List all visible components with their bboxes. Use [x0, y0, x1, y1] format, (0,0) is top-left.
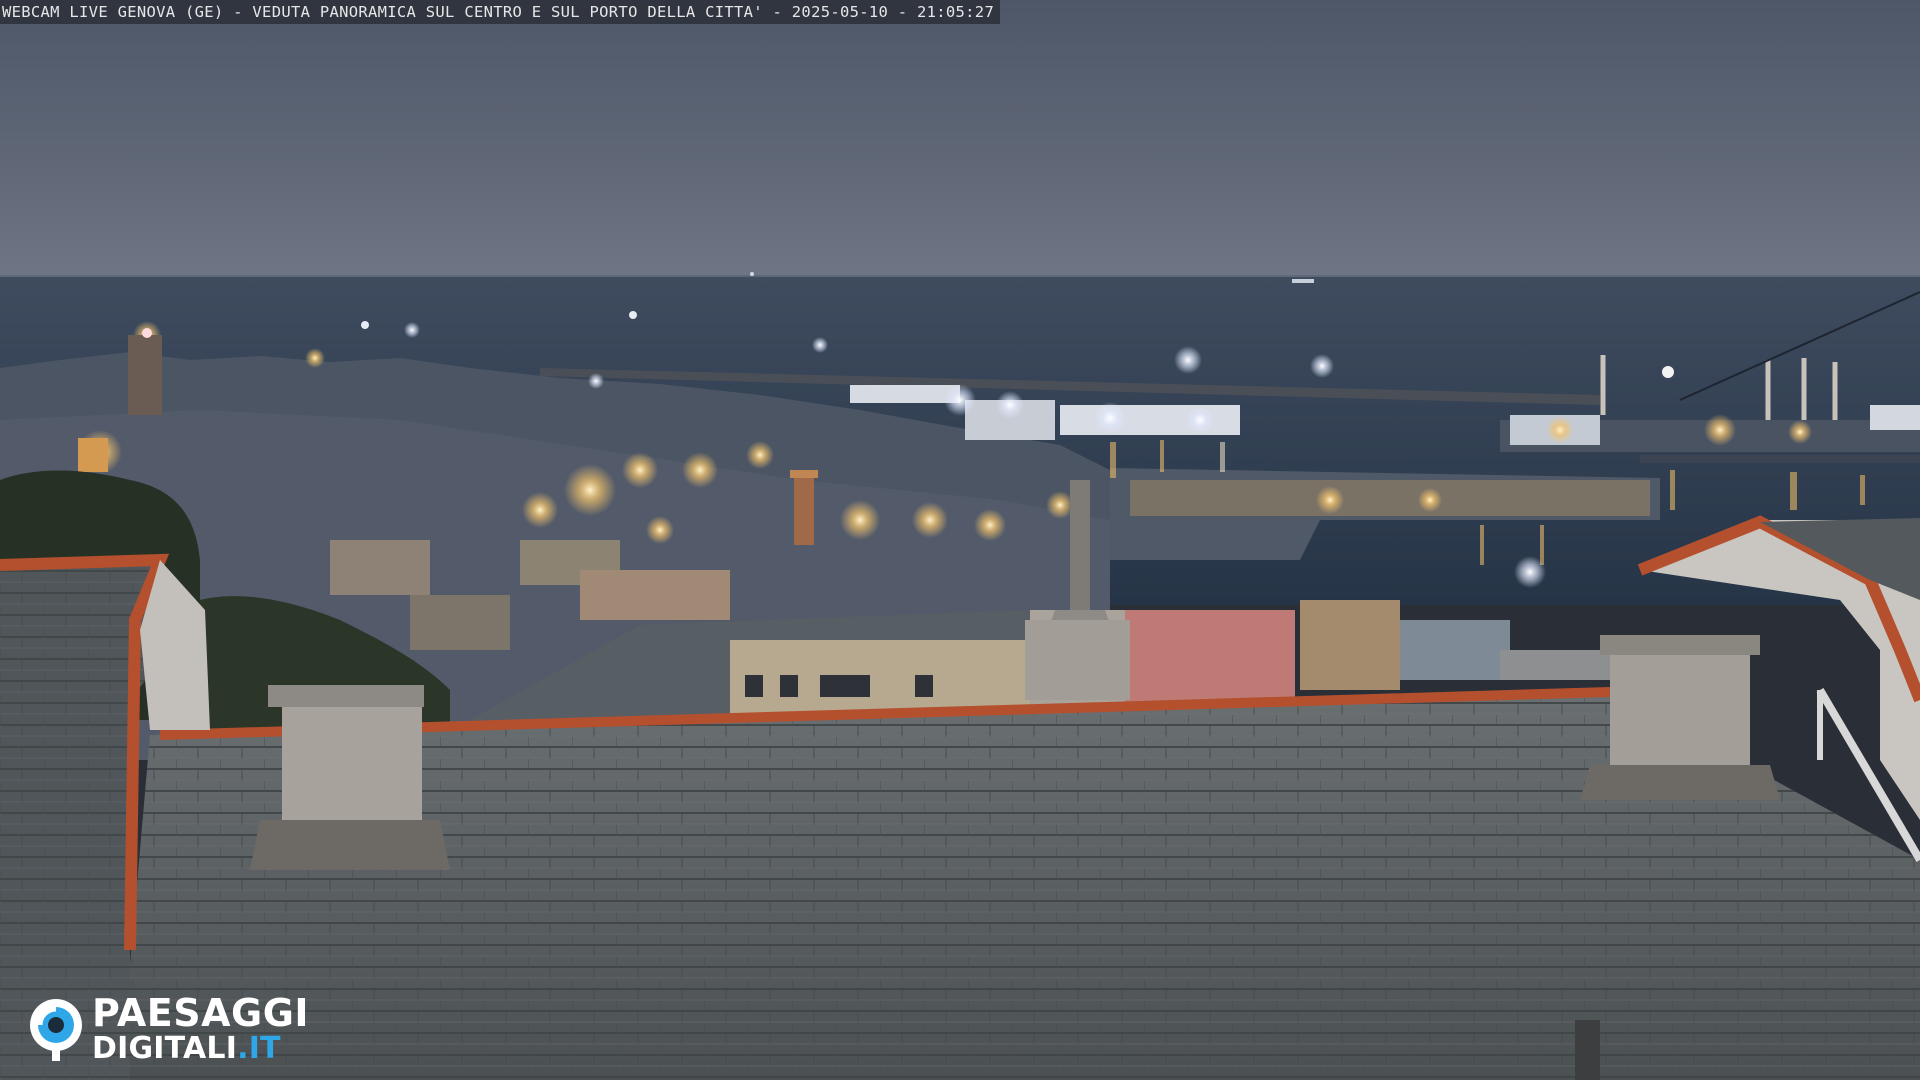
webcam-eye-icon — [30, 999, 82, 1061]
logo-text: PAESAGGI DIGITALI.IT — [92, 994, 309, 1064]
lanterna-tower — [794, 475, 814, 545]
chimney-pipe — [1070, 480, 1090, 610]
webcam-caption: WEBCAM LIVE GENOVA (GE) - VEDUTA PANORAM… — [0, 0, 1001, 24]
paesaggi-digitali-logo: PAESAGGI DIGITALI.IT — [26, 994, 309, 1064]
webcam-frame: WEBCAM LIVE GENOVA (GE) - VEDUTA PANORAM… — [0, 0, 1920, 1080]
genoa-panorama-image — [0, 0, 1920, 1080]
sky — [0, 0, 1920, 285]
logo-line2: DIGITALI.IT — [92, 1034, 309, 1064]
logo-line2-main: DIGITALI — [92, 1031, 238, 1066]
logo-line1: PAESAGGI — [92, 991, 310, 1035]
logo-line2-accent: .IT — [237, 1031, 281, 1066]
